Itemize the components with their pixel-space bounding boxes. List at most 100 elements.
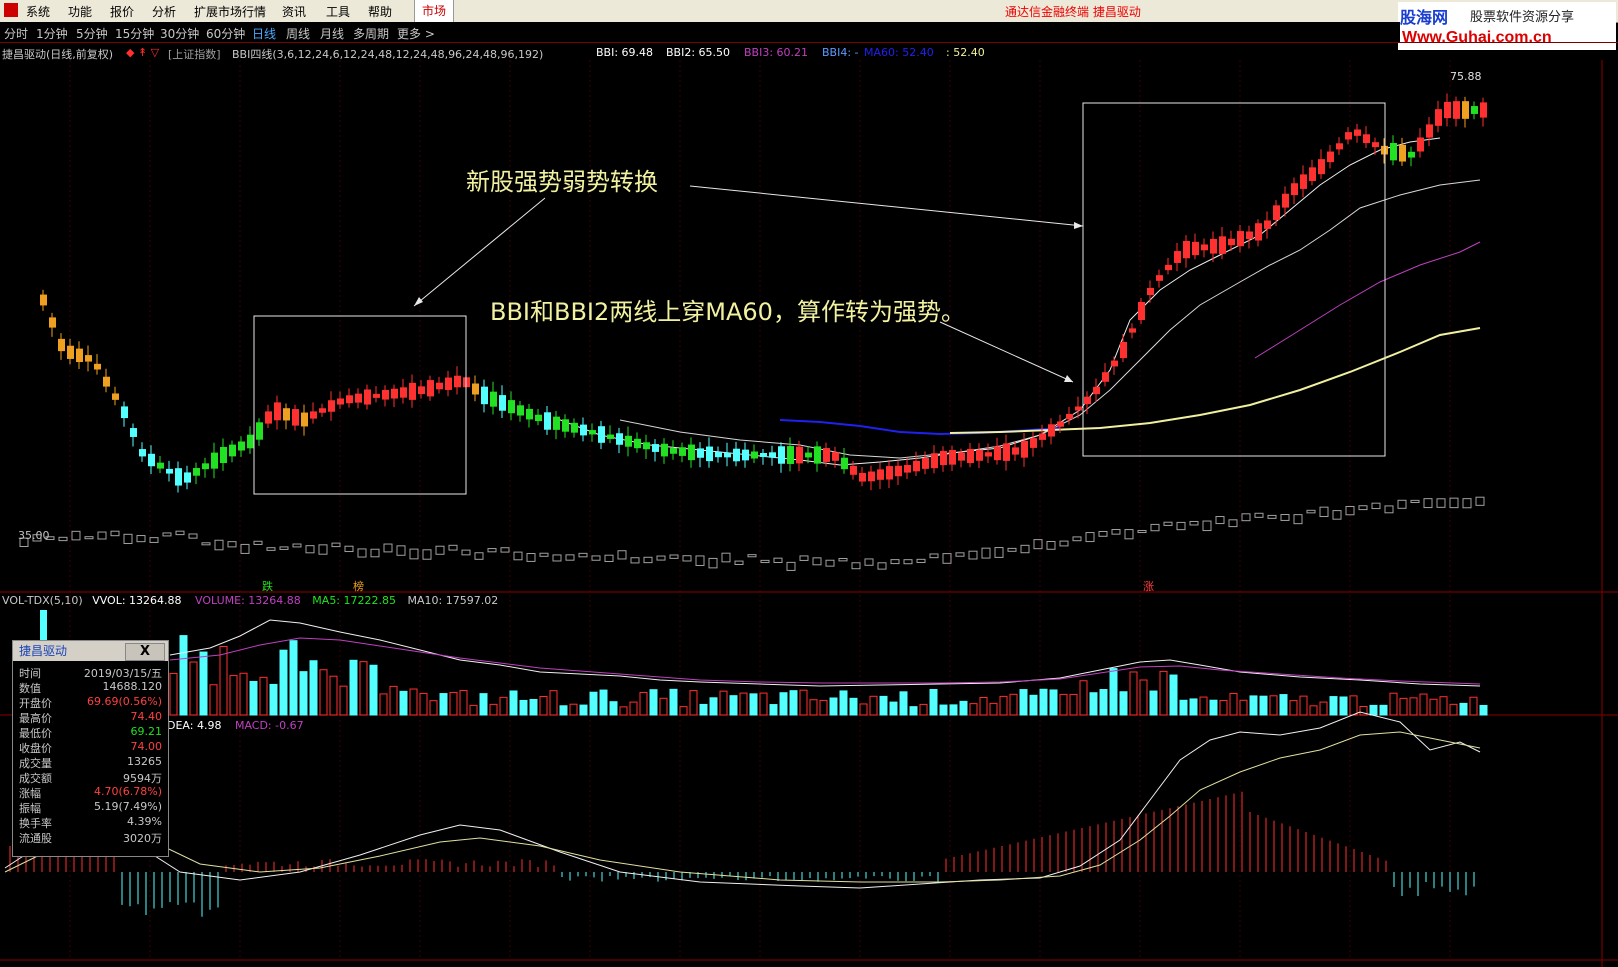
candle-body (76, 348, 83, 363)
period-5min[interactable]: 5分钟 (76, 25, 108, 42)
candle-body (1426, 124, 1433, 138)
menu-function[interactable]: 功能 (68, 3, 92, 20)
candle-body (1435, 109, 1442, 126)
period-intraday[interactable]: 分时 (4, 25, 28, 42)
menu-quote[interactable]: 报价 (110, 3, 134, 20)
candle-body (1408, 151, 1415, 158)
popup-row-amplitude: 振幅 5.19(7.49%) (19, 800, 162, 815)
index-candle (565, 554, 575, 561)
candle-body (634, 438, 641, 449)
close-icon[interactable]: X (125, 643, 165, 661)
volume-bar (769, 704, 778, 716)
volume-bar (689, 690, 698, 716)
candle-body (1156, 275, 1163, 281)
volume-bar (679, 706, 688, 716)
volume-bar (429, 700, 438, 716)
candle-body (283, 408, 290, 421)
candle-body (166, 468, 173, 474)
candle-body (1471, 106, 1478, 114)
menu-news[interactable]: 资讯 (282, 3, 306, 20)
candle-body (760, 452, 767, 458)
index-candle (591, 555, 601, 561)
index-candle (214, 539, 224, 551)
volume-value: VOLUME: 13264.88 (195, 594, 301, 607)
index-candle (1280, 514, 1290, 521)
index-candle (513, 551, 523, 561)
volume-bar (209, 684, 218, 716)
index-candle (656, 555, 666, 561)
volume-bar (919, 703, 928, 716)
volume-header: VOL-TDX(5,10) VVOL: 13264.88 VOLUME: 132… (2, 594, 498, 607)
period-daily[interactable]: 日线 (252, 25, 276, 42)
candle-body (814, 446, 821, 464)
volume-bar (479, 693, 488, 716)
bbi3-line (1254, 241, 1481, 359)
period-1min[interactable]: 1分钟 (36, 25, 68, 42)
period-more[interactable]: 更多 > (397, 25, 435, 42)
period-multi[interactable]: 多周期 (353, 25, 389, 42)
candle-body (427, 380, 434, 397)
chart-canvas[interactable] (0, 60, 1618, 967)
candle-body (535, 414, 542, 422)
volume-bar (969, 703, 978, 716)
index-candle (422, 549, 432, 560)
volume-bar (1259, 695, 1268, 716)
popup-title-bar[interactable]: 捷昌驱动 X (13, 641, 168, 661)
volume-bar (1009, 693, 1018, 716)
candle-body (400, 387, 407, 398)
candle-body (238, 441, 245, 451)
menu-help[interactable]: 帮助 (368, 3, 392, 20)
menu-extended-market[interactable]: 扩展市场行情 (194, 3, 266, 20)
vertical-gridlines (69, 60, 1451, 960)
index-candle (1462, 498, 1472, 509)
volume-indicator-name[interactable]: VOL-TDX(5,10) (2, 594, 83, 607)
candle-body (571, 422, 578, 433)
volume-bar (499, 696, 508, 716)
index-candle (253, 540, 263, 545)
popup-row-open: 开盘价 69.69(0.56%) (19, 695, 162, 710)
candle-body (1318, 159, 1325, 175)
index-candle (448, 544, 458, 551)
candle-body (670, 447, 677, 454)
period-weekly[interactable]: 周线 (286, 25, 310, 42)
candle-body (220, 446, 227, 464)
volume-bar (339, 685, 348, 716)
index-candle (383, 543, 393, 553)
index-candle (435, 545, 445, 555)
menu-bar: 系统 功能 报价 分析 扩展市场行情 资讯 工具 帮助 市场 通达信金融终端 捷… (0, 0, 1618, 23)
index-candle (1228, 519, 1238, 528)
candle-body (508, 400, 515, 414)
index-candle (1254, 512, 1264, 518)
market-tab[interactable]: 市场 (414, 0, 454, 22)
volume-bar (1479, 704, 1488, 716)
period-30min[interactable]: 30分钟 (160, 25, 199, 42)
candle-body (1327, 151, 1334, 163)
volume-bar (1069, 693, 1078, 716)
candle-body (805, 452, 812, 458)
volume-bar (259, 676, 268, 716)
menu-analysis[interactable]: 分析 (152, 3, 176, 20)
candle-body (1255, 223, 1262, 241)
volume-bar (379, 693, 388, 716)
marker-rise: 涨 (1143, 580, 1154, 593)
index-candle (1384, 505, 1394, 514)
volume-bar (1409, 697, 1418, 716)
volume-bar (909, 706, 918, 716)
period-monthly[interactable]: 月线 (320, 25, 344, 42)
index-candle (1150, 523, 1160, 532)
volume-bar (289, 640, 298, 716)
period-60min[interactable]: 60分钟 (206, 25, 245, 42)
menu-system[interactable]: 系统 (26, 3, 50, 20)
candle-body (121, 406, 128, 419)
volume-bar (1119, 691, 1128, 716)
candle-body (1219, 236, 1226, 254)
index-candle (994, 547, 1004, 558)
candle-body (193, 468, 200, 476)
volume-bar (589, 691, 598, 716)
period-15min[interactable]: 15分钟 (115, 25, 154, 42)
menu-tools[interactable]: 工具 (326, 3, 350, 20)
volume-bar (1319, 701, 1328, 716)
index-candle (292, 543, 302, 548)
candle-body (931, 453, 938, 469)
volume-bar (1149, 690, 1158, 716)
